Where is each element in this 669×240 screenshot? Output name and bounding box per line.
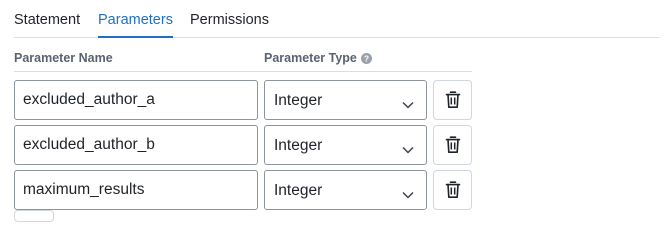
parameter-name-input[interactable] [14, 80, 258, 120]
tab-parameters[interactable]: Parameters [98, 12, 173, 38]
parameter-name-input[interactable] [14, 170, 258, 210]
parameter-row: Integer [0, 80, 669, 120]
parameter-type-select[interactable]: Integer [264, 80, 427, 120]
chevron-down-icon [402, 96, 414, 114]
question-circle-icon[interactable]: ? [360, 53, 372, 67]
parameter-type-header: Parameter Type? [264, 51, 372, 67]
parameter-type-value: Integer [274, 182, 323, 199]
parameter-type-select[interactable]: Integer [264, 170, 427, 210]
parameter-row: Integer [0, 125, 669, 165]
svg-text:?: ? [364, 54, 369, 63]
parameter-row: Integer [0, 170, 669, 210]
tab-statement[interactable]: Statement [14, 12, 80, 38]
tab-permissions[interactable]: Permissions [190, 12, 269, 38]
parameter-name-input[interactable] [14, 125, 258, 165]
chevron-down-icon [402, 186, 414, 204]
parameter-name-header: Parameter Name [14, 51, 113, 65]
delete-parameter-button[interactable] [433, 80, 472, 120]
chevron-down-icon [402, 141, 414, 159]
add-parameter-button[interactable] [14, 210, 54, 222]
parameter-type-value: Integer [274, 137, 323, 154]
header-divider [14, 71, 472, 72]
parameter-name-header-label: Parameter Name [14, 51, 113, 65]
delete-parameter-button[interactable] [433, 125, 472, 165]
parameter-type-select[interactable]: Integer [264, 125, 427, 165]
delete-parameter-button[interactable] [433, 170, 472, 210]
parameter-type-header-label: Parameter Type [264, 51, 357, 65]
parameter-type-value: Integer [274, 92, 323, 109]
tab-bar: Statement Parameters Permissions [14, 0, 659, 38]
